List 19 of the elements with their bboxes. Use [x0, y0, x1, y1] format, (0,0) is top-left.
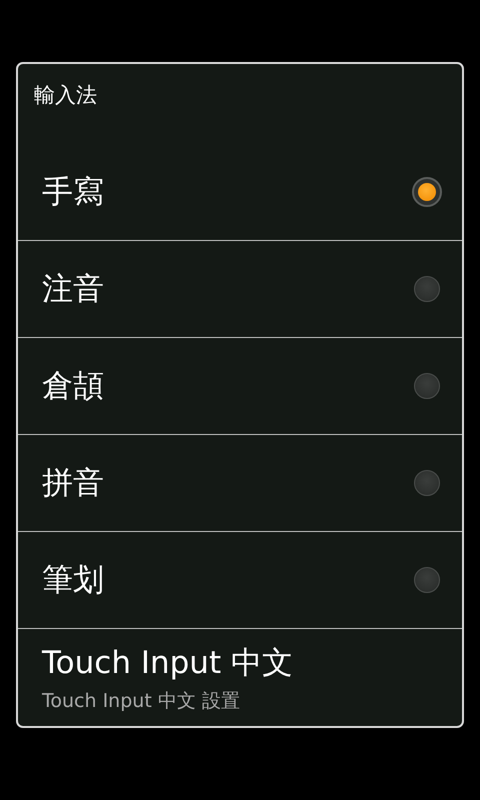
option-label: 倉頡 — [42, 367, 104, 406]
option-row[interactable]: 注音 — [18, 241, 462, 338]
option-row[interactable]: 手寫 — [18, 144, 462, 241]
setting-label: Touch Input 中文 — [42, 644, 293, 682]
radio-button[interactable] — [412, 177, 442, 207]
option-row[interactable]: 筆划 — [18, 532, 462, 629]
settings-row[interactable]: Touch Input 中文 Touch Input 中文 設置 — [18, 629, 462, 726]
radio-button[interactable] — [414, 276, 440, 302]
setting-summary: Touch Input 中文 設置 — [42, 688, 240, 714]
option-row[interactable]: 拼音 — [18, 435, 462, 532]
option-row[interactable]: 倉頡 — [18, 338, 462, 435]
option-label: 拼音 — [42, 464, 104, 503]
dialog-title: 輸入法 — [33, 82, 98, 109]
radio-button[interactable] — [414, 373, 440, 399]
option-label: 筆划 — [42, 561, 104, 600]
radio-button[interactable] — [414, 470, 440, 496]
option-label: 注音 — [42, 270, 104, 309]
option-label: 手寫 — [42, 173, 104, 212]
radio-button[interactable] — [414, 567, 440, 593]
